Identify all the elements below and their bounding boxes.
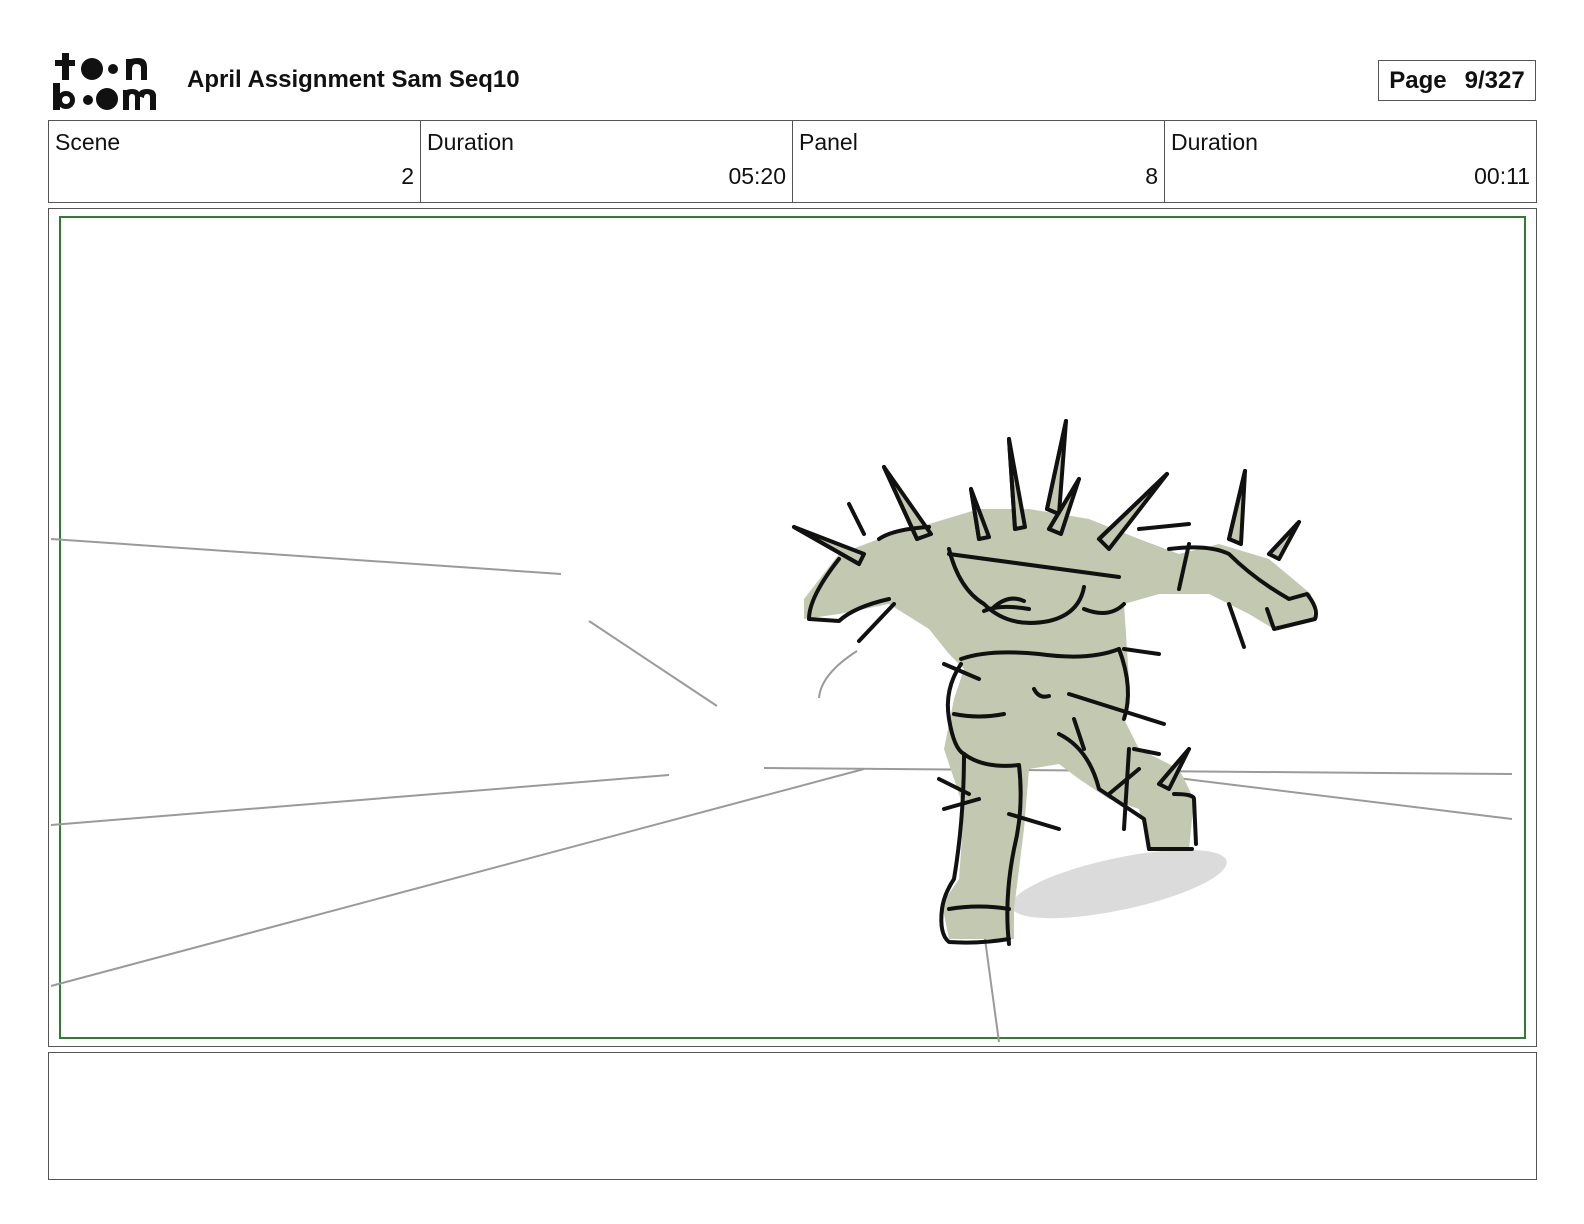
page-number: 9/327: [1464, 66, 1525, 94]
scene-label: Scene: [55, 129, 121, 155]
scene-duration-value: 05:20: [728, 163, 786, 189]
panel-duration-cell: Duration 00:11: [1165, 121, 1536, 202]
storyboard-drawing: [50, 419, 1513, 1043]
panel-duration-label: Duration: [1171, 129, 1258, 155]
document-title: April Assignment Sam Seq10: [187, 66, 520, 93]
scene-value: 2: [401, 163, 414, 189]
scene-duration-cell: Duration 05:20: [421, 121, 793, 202]
dialogue-notes-box: [48, 1052, 1537, 1180]
panel-duration-value: 00:11: [1474, 163, 1530, 189]
panel-label: Panel: [799, 129, 858, 155]
panel-cell: Panel 8: [793, 121, 1165, 202]
panel-value: 8: [1145, 163, 1158, 189]
scene-cell: Scene 2: [49, 121, 421, 202]
scene-duration-label: Duration: [427, 129, 514, 155]
page-label: Page: [1389, 66, 1447, 94]
spiky-character: [792, 419, 1318, 946]
character-shadow: [1011, 849, 1227, 919]
toon-boom-logo: [53, 53, 156, 110]
panel-info-table: Scene 2 Duration 05:20 Panel 8 Duration …: [48, 120, 1537, 203]
page-indicator: Page 9/327: [1378, 60, 1536, 101]
